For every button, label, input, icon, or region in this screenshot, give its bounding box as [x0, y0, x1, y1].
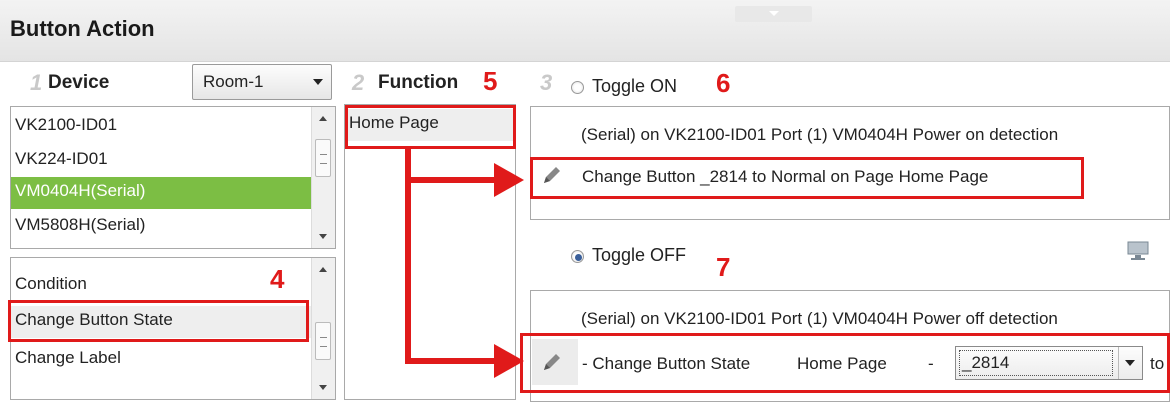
- device-list-scrollbar[interactable]: [311, 107, 335, 248]
- button-select-value: _2814: [962, 353, 1010, 372]
- monitor-icon[interactable]: [1126, 240, 1154, 264]
- title-bar: [0, 0, 1170, 62]
- toggle-off-edit-dash: -: [928, 354, 934, 373]
- device-item-vm5808h[interactable]: VM5808H(Serial): [11, 211, 311, 243]
- command-list-scrollbar[interactable]: [311, 258, 335, 399]
- room-select-value: Room-1: [203, 72, 264, 91]
- highlight-home-page: [345, 105, 516, 149]
- annotation-5: 5: [483, 66, 498, 96]
- toggle-on-label[interactable]: Toggle ON: [592, 76, 677, 97]
- toggle-on-radio[interactable]: [571, 81, 584, 94]
- annotation-7: 7: [716, 252, 731, 282]
- device-item-vk2100[interactable]: VK2100-ID01: [11, 111, 311, 143]
- step-number-3: 3: [540, 70, 553, 95]
- toggle-on-action-text[interactable]: Change Button _2814 to Normal on Page Ho…: [582, 167, 988, 187]
- scroll-thumb[interactable]: [315, 139, 331, 177]
- panel-collapse-handle[interactable]: [735, 6, 812, 22]
- toggle-off-edit-page: Home Page: [797, 354, 887, 373]
- annotation-6: 6: [716, 68, 731, 98]
- scroll-thumb[interactable]: [315, 322, 331, 360]
- dropdown-arrow-icon: [1125, 360, 1135, 366]
- device-header: Device: [48, 72, 110, 93]
- device-item-vm0404h[interactable]: VM0404H(Serial): [11, 177, 311, 209]
- annotation-arrow-upper-head: [494, 163, 524, 197]
- function-header: Function: [378, 72, 459, 93]
- toggle-off-edit-prefix: - Change Button State: [582, 354, 751, 373]
- scroll-down-icon[interactable]: [319, 385, 327, 390]
- command-item-condition[interactable]: Condition: [11, 270, 311, 302]
- highlight-change-button-state: [8, 300, 309, 342]
- window-title: Button Action: [10, 16, 155, 41]
- toggle-on-condition-text: (Serial) on VK2100-ID01 Port (1) VM0404H…: [581, 125, 1059, 144]
- toggle-off-radio[interactable]: [571, 250, 584, 263]
- toggle-off-edit-suffix: to: [1150, 354, 1165, 373]
- dropdown-arrow-icon: [313, 79, 323, 85]
- scroll-up-icon[interactable]: [319, 267, 327, 272]
- button-select-arrow[interactable]: [1118, 347, 1142, 379]
- scroll-down-icon[interactable]: [319, 234, 327, 239]
- scroll-up-icon[interactable]: [319, 116, 327, 121]
- annotation-arrow-lower-shaft: [405, 358, 495, 364]
- annotation-4: 4: [270, 264, 285, 294]
- toggle-off-label[interactable]: Toggle OFF: [592, 245, 686, 266]
- step-number-1: 1: [30, 70, 43, 95]
- button-select[interactable]: _2814: [955, 346, 1143, 380]
- device-list[interactable]: VK2100-ID01 VK224-ID01 VM0404H(Serial) V…: [10, 106, 336, 249]
- device-item-vk224[interactable]: VK224-ID01: [11, 145, 311, 177]
- toggle-off-condition-text: (Serial) on VK2100-ID01 Port (1) VM0404H…: [581, 309, 1058, 328]
- command-item-change-label[interactable]: Change Label: [11, 344, 311, 376]
- room-select[interactable]: Room-1: [192, 64, 332, 100]
- annotation-arrow-upper-shaft: [405, 177, 495, 183]
- step-number-2: 2: [352, 70, 365, 95]
